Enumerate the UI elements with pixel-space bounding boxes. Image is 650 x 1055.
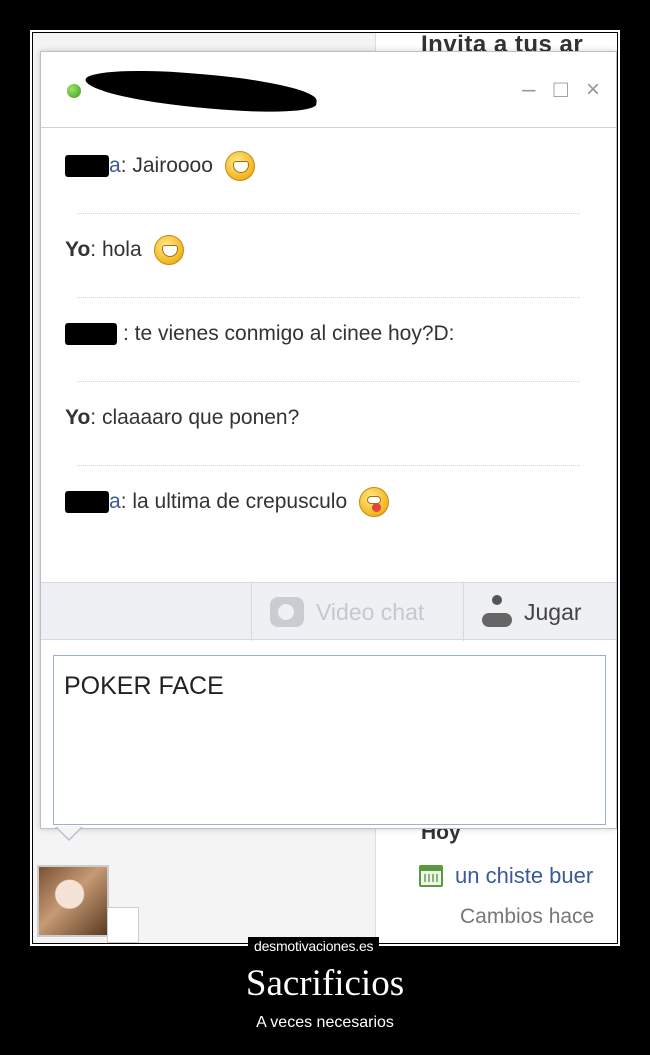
message-text: : Jairoooo xyxy=(120,154,213,177)
message-text: : te vienes conmigo al cinee hoy?D: xyxy=(123,322,455,345)
close-icon[interactable]: × xyxy=(586,78,600,102)
changes-text: Cambios hace xyxy=(460,905,595,928)
message-text: : hola xyxy=(90,238,142,261)
chat-pointer xyxy=(55,826,83,841)
grin-emoji-icon xyxy=(153,235,184,265)
calendar-icon xyxy=(419,865,443,887)
avatar-secondary xyxy=(107,907,139,943)
tongue-emoji-icon xyxy=(359,487,390,517)
message-divider xyxy=(77,465,580,466)
message-divider xyxy=(77,297,580,298)
minimize-icon[interactable]: – xyxy=(522,78,535,102)
play-label: Jugar xyxy=(524,598,582,625)
sender-name: a xyxy=(109,154,121,177)
screenshot-area: Invita a tus ar Hoy un chiste buer Cambi… xyxy=(33,33,617,943)
sender-redacted xyxy=(65,491,109,513)
poster-subtitle: A veces necesarios xyxy=(256,1014,394,1031)
message-item: a : Jairoooo xyxy=(41,140,616,224)
event-item[interactable]: un chiste buer xyxy=(419,863,593,889)
sender-redacted xyxy=(65,155,109,177)
video-camera-icon xyxy=(270,597,304,627)
message-text: : la ultima de crepusculo xyxy=(120,490,348,513)
message-divider xyxy=(77,213,580,214)
message-item: a : la ultima de crepusculo xyxy=(41,476,616,560)
message-text: : claaaaro que ponen? xyxy=(90,406,300,429)
sender-name: Yo xyxy=(65,406,91,429)
video-chat-label: Video chat xyxy=(316,598,425,625)
message-list: a : Jairoooo Yo : hola : te vienes conmi… xyxy=(41,140,616,560)
sender-name: Yo xyxy=(65,238,91,261)
play-button[interactable]: Jugar xyxy=(463,583,617,641)
message-item: : te vienes conmigo al cinee hoy?D: xyxy=(41,308,616,392)
event-link[interactable]: un chiste buer xyxy=(455,863,593,889)
message-divider xyxy=(77,381,580,382)
message-item: Yo : hola xyxy=(41,224,616,308)
chat-toolbar: Video chat Jugar xyxy=(41,582,617,641)
online-status-icon xyxy=(67,84,81,98)
chat-header[interactable]: – □ × xyxy=(41,52,616,128)
sender-name: a xyxy=(109,490,121,513)
poster-title: Sacrificios xyxy=(245,963,405,1004)
chat-window: – □ × a : Jairoooo Yo : hola: te vienes… xyxy=(40,51,617,829)
video-chat-button[interactable]: Video chat xyxy=(251,583,463,641)
contact-name-redacted xyxy=(84,65,318,117)
message-input[interactable]: POKER FACE xyxy=(53,655,606,825)
site-watermark: desmotivaciones.es xyxy=(248,937,380,955)
window-controls: – □ × xyxy=(522,78,600,102)
avatar[interactable] xyxy=(37,865,109,937)
joystick-icon xyxy=(482,595,512,629)
grin-emoji-icon xyxy=(224,151,255,181)
maximize-icon[interactable]: □ xyxy=(553,78,568,102)
message-item: Yo : claaaaro que ponen? xyxy=(41,392,616,476)
sender-redacted xyxy=(65,323,117,345)
